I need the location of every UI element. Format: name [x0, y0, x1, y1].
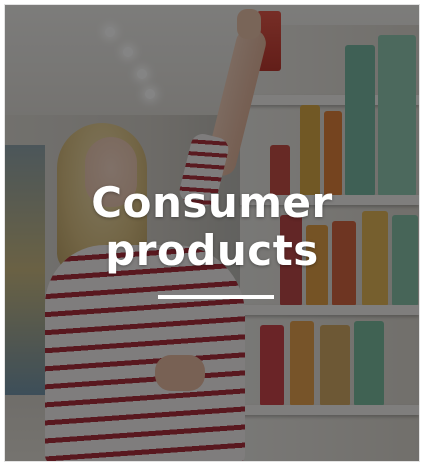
title-underline [158, 295, 274, 299]
card-title-line-2: products [105, 226, 319, 275]
card-title: Consumer products [5, 179, 419, 275]
card-title-line-1: Consumer [91, 178, 333, 227]
consumer-products-card[interactable]: Consumer products [4, 4, 420, 462]
